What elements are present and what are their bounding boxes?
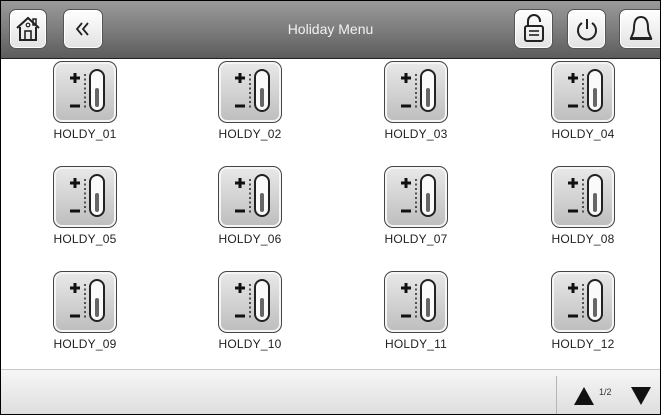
unlock-button[interactable] [514,9,553,49]
alarm-button[interactable] [619,9,660,49]
thermometer-plus-minus-icon[interactable] [384,61,448,123]
holiday-tile[interactable]: HOLDY_06 [190,166,310,256]
holiday-tile[interactable]: HOLDY_09 [25,271,145,361]
holiday-tile[interactable]: HOLDY_02 [190,61,310,151]
thermometer-plus-minus-icon[interactable] [218,61,282,123]
unlock-icon [522,14,546,44]
thermometer-plus-minus-icon[interactable] [53,61,117,123]
page-indicator: 1/2 [599,387,612,397]
holiday-tile-label: HOLDY_06 [218,232,282,246]
holiday-tile-label: HOLDY_12 [551,337,615,351]
thermometer-plus-minus-icon[interactable] [218,166,282,228]
power-icon [574,16,600,42]
holiday-tile-label: HOLDY_10 [218,337,282,351]
thermometer-plus-minus-icon[interactable] [551,166,615,228]
footer-bar: 1/2 [1,369,660,414]
page-down-arrow-icon[interactable] [631,387,651,405]
holiday-tile[interactable]: HOLDY_11 [356,271,476,361]
holiday-tile[interactable]: HOLDY_03 [356,61,476,151]
holiday-tile[interactable]: HOLDY_04 [523,61,643,151]
holiday-tile[interactable]: HOLDY_12 [523,271,643,361]
holiday-tile-label: HOLDY_03 [384,127,448,141]
thermometer-plus-minus-icon[interactable] [384,166,448,228]
header-bar: Holiday Menu [1,1,660,59]
thermometer-plus-minus-icon[interactable] [53,166,117,228]
holiday-tile[interactable]: HOLDY_08 [523,166,643,256]
page-up-arrow-icon[interactable] [574,387,594,405]
thermometer-plus-minus-icon[interactable] [551,61,615,123]
screen: Holiday Menu HOLDY_01 HOLDY_02 HOLDY_03 … [0,0,661,415]
page-title: Holiday Menu [287,21,374,37]
holiday-tile[interactable]: HOLDY_07 [356,166,476,256]
holiday-tile-label: HOLDY_04 [551,127,615,141]
holiday-tile[interactable]: HOLDY_01 [25,61,145,151]
holiday-tile-label: HOLDY_07 [384,232,448,246]
holiday-tile-label: HOLDY_02 [218,127,282,141]
thermometer-plus-minus-icon[interactable] [551,271,615,333]
holiday-tile-label: HOLDY_09 [53,337,117,351]
thermometer-plus-minus-icon[interactable] [384,271,448,333]
holiday-tile[interactable]: HOLDY_05 [25,166,145,256]
power-button[interactable] [567,9,606,49]
holiday-tile-label: HOLDY_01 [53,127,117,141]
holiday-tile-label: HOLDY_05 [53,232,117,246]
holiday-tile-label: HOLDY_11 [384,337,448,351]
thermometer-plus-minus-icon[interactable] [218,271,282,333]
thermometer-plus-minus-icon[interactable] [53,271,117,333]
holiday-tile[interactable]: HOLDY_10 [190,271,310,361]
bell-icon [628,14,654,44]
footer-divider [556,376,557,414]
holiday-tile-label: HOLDY_08 [551,232,615,246]
